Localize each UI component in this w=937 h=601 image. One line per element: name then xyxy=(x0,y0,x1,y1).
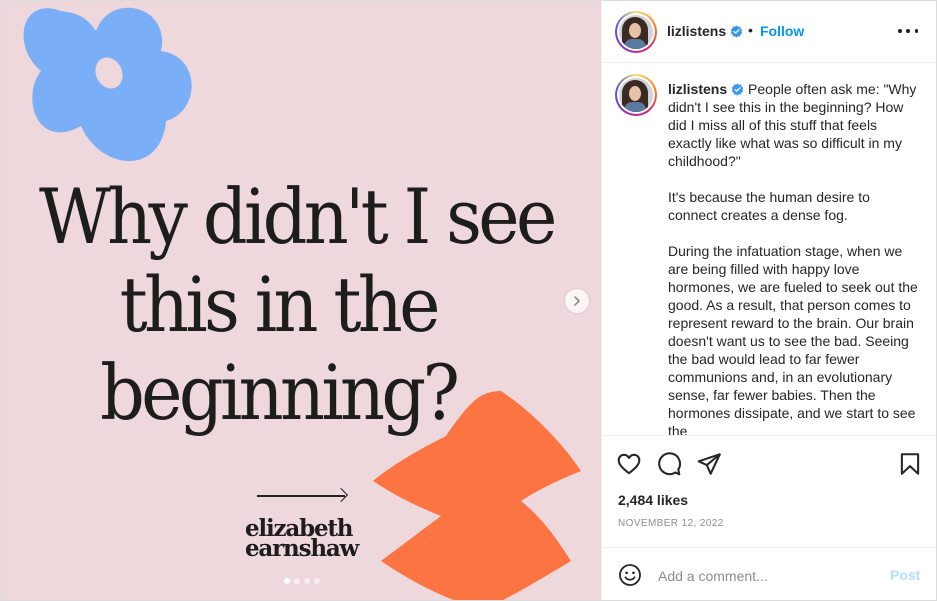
caption-scroll-area[interactable]: lizlistens People often ask me: "Why did… xyxy=(602,64,936,436)
chevron-right-icon xyxy=(574,296,580,306)
blue-flower-shape xyxy=(23,7,192,161)
carousel-dot xyxy=(304,578,310,584)
headline-line: beginning? xyxy=(100,348,460,437)
more-options-icon[interactable] xyxy=(898,23,918,39)
headline-line: this in the xyxy=(119,260,441,349)
brand-line: earnshaw xyxy=(245,535,359,562)
caption-username[interactable]: lizlistens xyxy=(668,81,727,97)
carousel-indicator xyxy=(284,578,320,584)
carousel-dot xyxy=(314,578,320,584)
emoji-icon[interactable] xyxy=(618,563,642,587)
arrow-right-icon xyxy=(257,495,345,497)
post-modal: Why didn't I see this in the beginning? … xyxy=(0,0,937,601)
post-media[interactable]: Why didn't I see this in the beginning? … xyxy=(1,1,601,600)
avatar[interactable] xyxy=(615,74,657,116)
verified-badge-icon xyxy=(730,25,743,38)
username-label[interactable]: lizlistens xyxy=(667,23,726,39)
action-bar xyxy=(602,437,936,487)
post-headline: Why didn't I see this in the beginning? xyxy=(39,172,557,437)
post-header: lizlistens • Follow xyxy=(602,1,936,63)
comment-input[interactable] xyxy=(658,566,878,586)
caption-paragraph: It's because the human desire to connect… xyxy=(668,189,870,223)
follow-button[interactable]: Follow xyxy=(760,23,804,39)
caption-paragraph: During the infatuation stage, when we ar… xyxy=(668,243,918,436)
caption-text: lizlistens People often ask me: "Why did… xyxy=(668,80,918,436)
bookmark-icon[interactable] xyxy=(897,451,923,477)
post-date: NOVEMBER 12, 2022 xyxy=(618,518,724,529)
headline-line: Why didn't I see xyxy=(39,172,557,261)
brand-logo: elizabeth earnshaw xyxy=(245,517,365,562)
likes-count[interactable]: 2,484 likes xyxy=(618,492,688,508)
comment-bar: Post xyxy=(602,547,936,600)
carousel-dot-active xyxy=(284,578,290,584)
verified-badge-icon xyxy=(731,83,744,96)
carousel-dot xyxy=(294,578,300,584)
separator-dot: • xyxy=(748,22,753,38)
avatar[interactable] xyxy=(615,11,657,53)
caption-paragraph: lizlistens People often ask me: "Why did… xyxy=(668,80,918,170)
carousel-next-button[interactable] xyxy=(565,289,589,313)
heart-icon[interactable] xyxy=(616,451,642,477)
author-username[interactable]: lizlistens xyxy=(667,23,743,39)
post-button[interactable]: Post xyxy=(890,567,920,583)
post-sidebar: lizlistens • Follow lizlistens People of… xyxy=(601,1,936,600)
share-icon[interactable] xyxy=(696,451,722,477)
comment-icon[interactable] xyxy=(656,451,682,477)
